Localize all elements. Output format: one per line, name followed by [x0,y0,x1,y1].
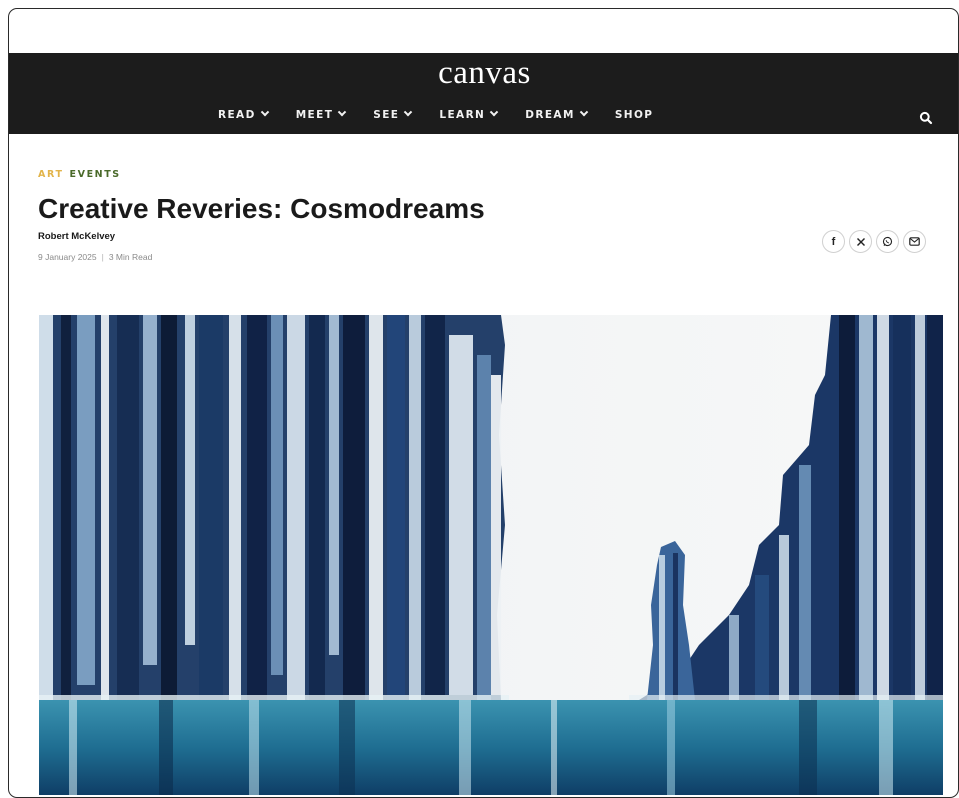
facebook-icon: f [831,235,836,248]
site-header: canvas READ MEET SEE LEARN DREAM SHOP [9,53,958,134]
nav-item-dream[interactable]: DREAM [525,107,589,121]
facebook-share-button[interactable]: f [822,230,845,253]
search-icon[interactable] [919,111,933,125]
chevron-down-icon [404,107,413,117]
nav-item-meet[interactable]: MEET [295,107,347,121]
category-art-link[interactable]: ART [38,169,64,180]
nav-item-see[interactable]: SEE [373,107,413,121]
nav-label: READ [218,109,256,121]
nav-label: LEARN [439,109,486,121]
nav-item-learn[interactable]: LEARN [439,107,499,121]
chevron-down-icon [490,107,499,117]
article-meta: 9 January 2025 | 3 Min Read [38,252,152,262]
nav-label: DREAM [525,109,575,121]
site-logo[interactable]: canvas [9,55,958,92]
chevron-down-icon [338,107,347,117]
chevron-down-icon [579,107,589,117]
x-share-button[interactable] [849,230,872,253]
browser-frame: canvas READ MEET SEE LEARN DREAM SHOP AR… [8,8,959,798]
article-author[interactable]: Robert McKelvey [38,231,115,242]
nav-label: SHOP [614,109,654,121]
nav-item-shop[interactable]: SHOP [615,109,654,121]
whatsapp-icon [882,236,893,247]
category-events-link[interactable]: EVENTS [70,169,121,180]
email-icon [909,237,920,246]
meta-separator: | [101,252,104,262]
nav-label: SEE [373,109,400,121]
article-date: 9 January 2025 [38,252,97,262]
main-nav: READ MEET SEE LEARN DREAM SHOP [218,107,681,121]
whatsapp-share-button[interactable] [876,230,899,253]
article-categories: ART EVENTS [38,169,121,180]
hero-painting [39,315,943,795]
painting-image [39,315,943,795]
email-share-button[interactable] [903,230,926,253]
x-icon [856,237,865,246]
chevron-down-icon [260,107,269,117]
nav-item-read[interactable]: READ [218,107,269,121]
nav-label: MEET [295,109,334,121]
share-buttons: f [822,230,926,253]
article-title: Creative Reveries: Cosmodreams [38,193,485,224]
article-read-time: 3 Min Read [108,252,153,262]
